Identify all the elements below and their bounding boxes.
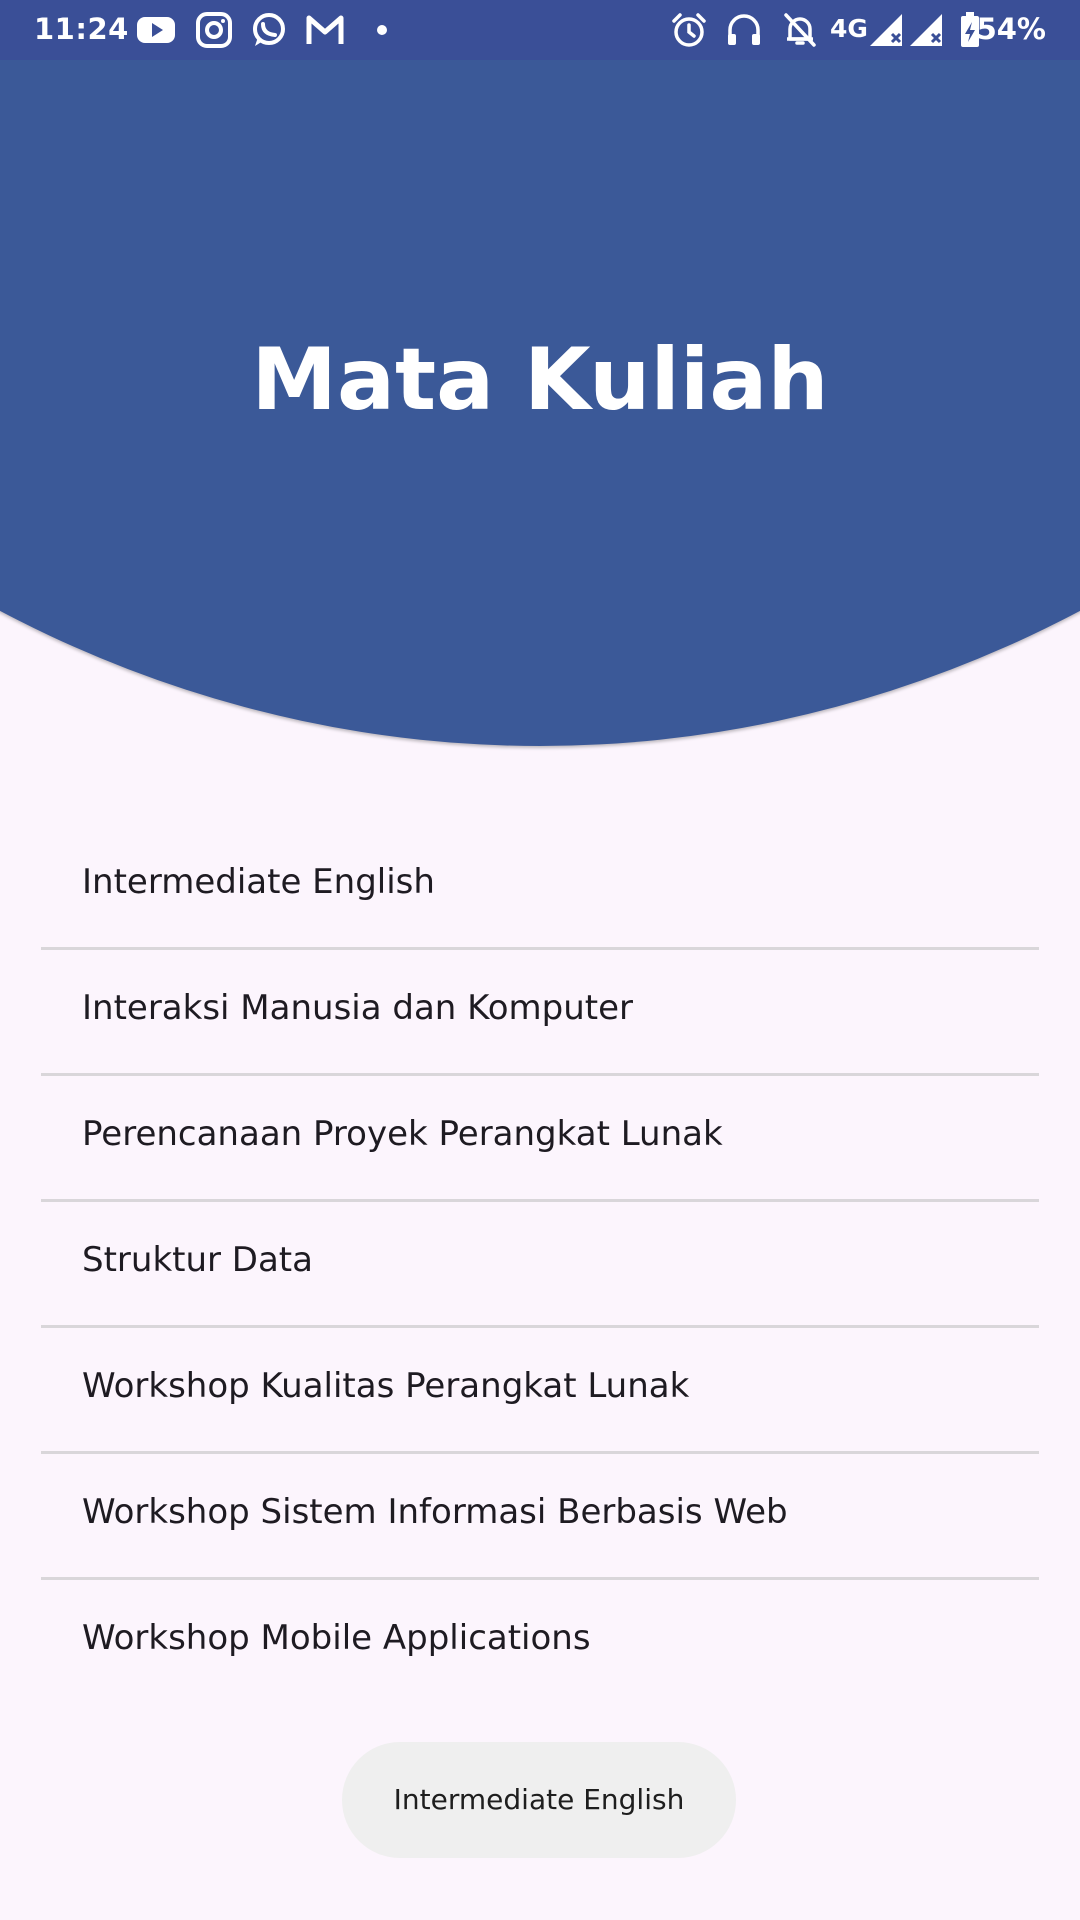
youtube-icon xyxy=(137,17,175,43)
header: Mata Kuliah xyxy=(0,60,1080,760)
list-item-label: Struktur Data xyxy=(82,1240,313,1280)
signal-icon xyxy=(870,14,902,46)
signal-icon xyxy=(910,14,942,46)
list-item[interactable]: Workshop Sistem Informasi Berbasis Web xyxy=(41,1454,1039,1580)
dot-icon xyxy=(377,25,387,35)
page-title: Mata Kuliah xyxy=(251,330,829,430)
list-item-label: Workshop Kualitas Perangkat Lunak xyxy=(82,1366,690,1406)
alarm-icon xyxy=(672,13,706,47)
status-bar: 11:24 4G 54% xyxy=(0,0,1080,60)
course-list: Intermediate English Interaksi Manusia d… xyxy=(41,824,1039,1703)
battery-percentage: 54% xyxy=(976,12,1046,46)
list-item-label: Intermediate English xyxy=(82,862,435,902)
toast-message: Intermediate English xyxy=(342,1742,736,1858)
list-item[interactable]: Interaksi Manusia dan Komputer xyxy=(41,950,1039,1076)
list-item[interactable]: Intermediate English xyxy=(41,824,1039,950)
list-item-label: Workshop Mobile Applications xyxy=(82,1618,591,1658)
list-item-label: Workshop Sistem Informasi Berbasis Web xyxy=(82,1492,788,1532)
gmail-icon xyxy=(306,15,344,44)
notifications-off-icon xyxy=(784,13,816,47)
headphones-icon xyxy=(728,14,760,45)
whatsapp-icon xyxy=(253,13,285,46)
list-item[interactable]: Perencanaan Proyek Perangkat Lunak xyxy=(41,1076,1039,1202)
instagram-icon xyxy=(196,12,232,48)
status-time: 11:24 xyxy=(34,12,129,46)
list-item-label: Perencanaan Proyek Perangkat Lunak xyxy=(82,1114,723,1154)
list-item[interactable]: Workshop Mobile Applications xyxy=(41,1580,1039,1703)
list-item[interactable]: Struktur Data xyxy=(41,1202,1039,1328)
list-item-label: Interaksi Manusia dan Komputer xyxy=(82,988,634,1028)
network-type: 4G xyxy=(830,14,868,43)
list-item[interactable]: Workshop Kualitas Perangkat Lunak xyxy=(41,1328,1039,1454)
